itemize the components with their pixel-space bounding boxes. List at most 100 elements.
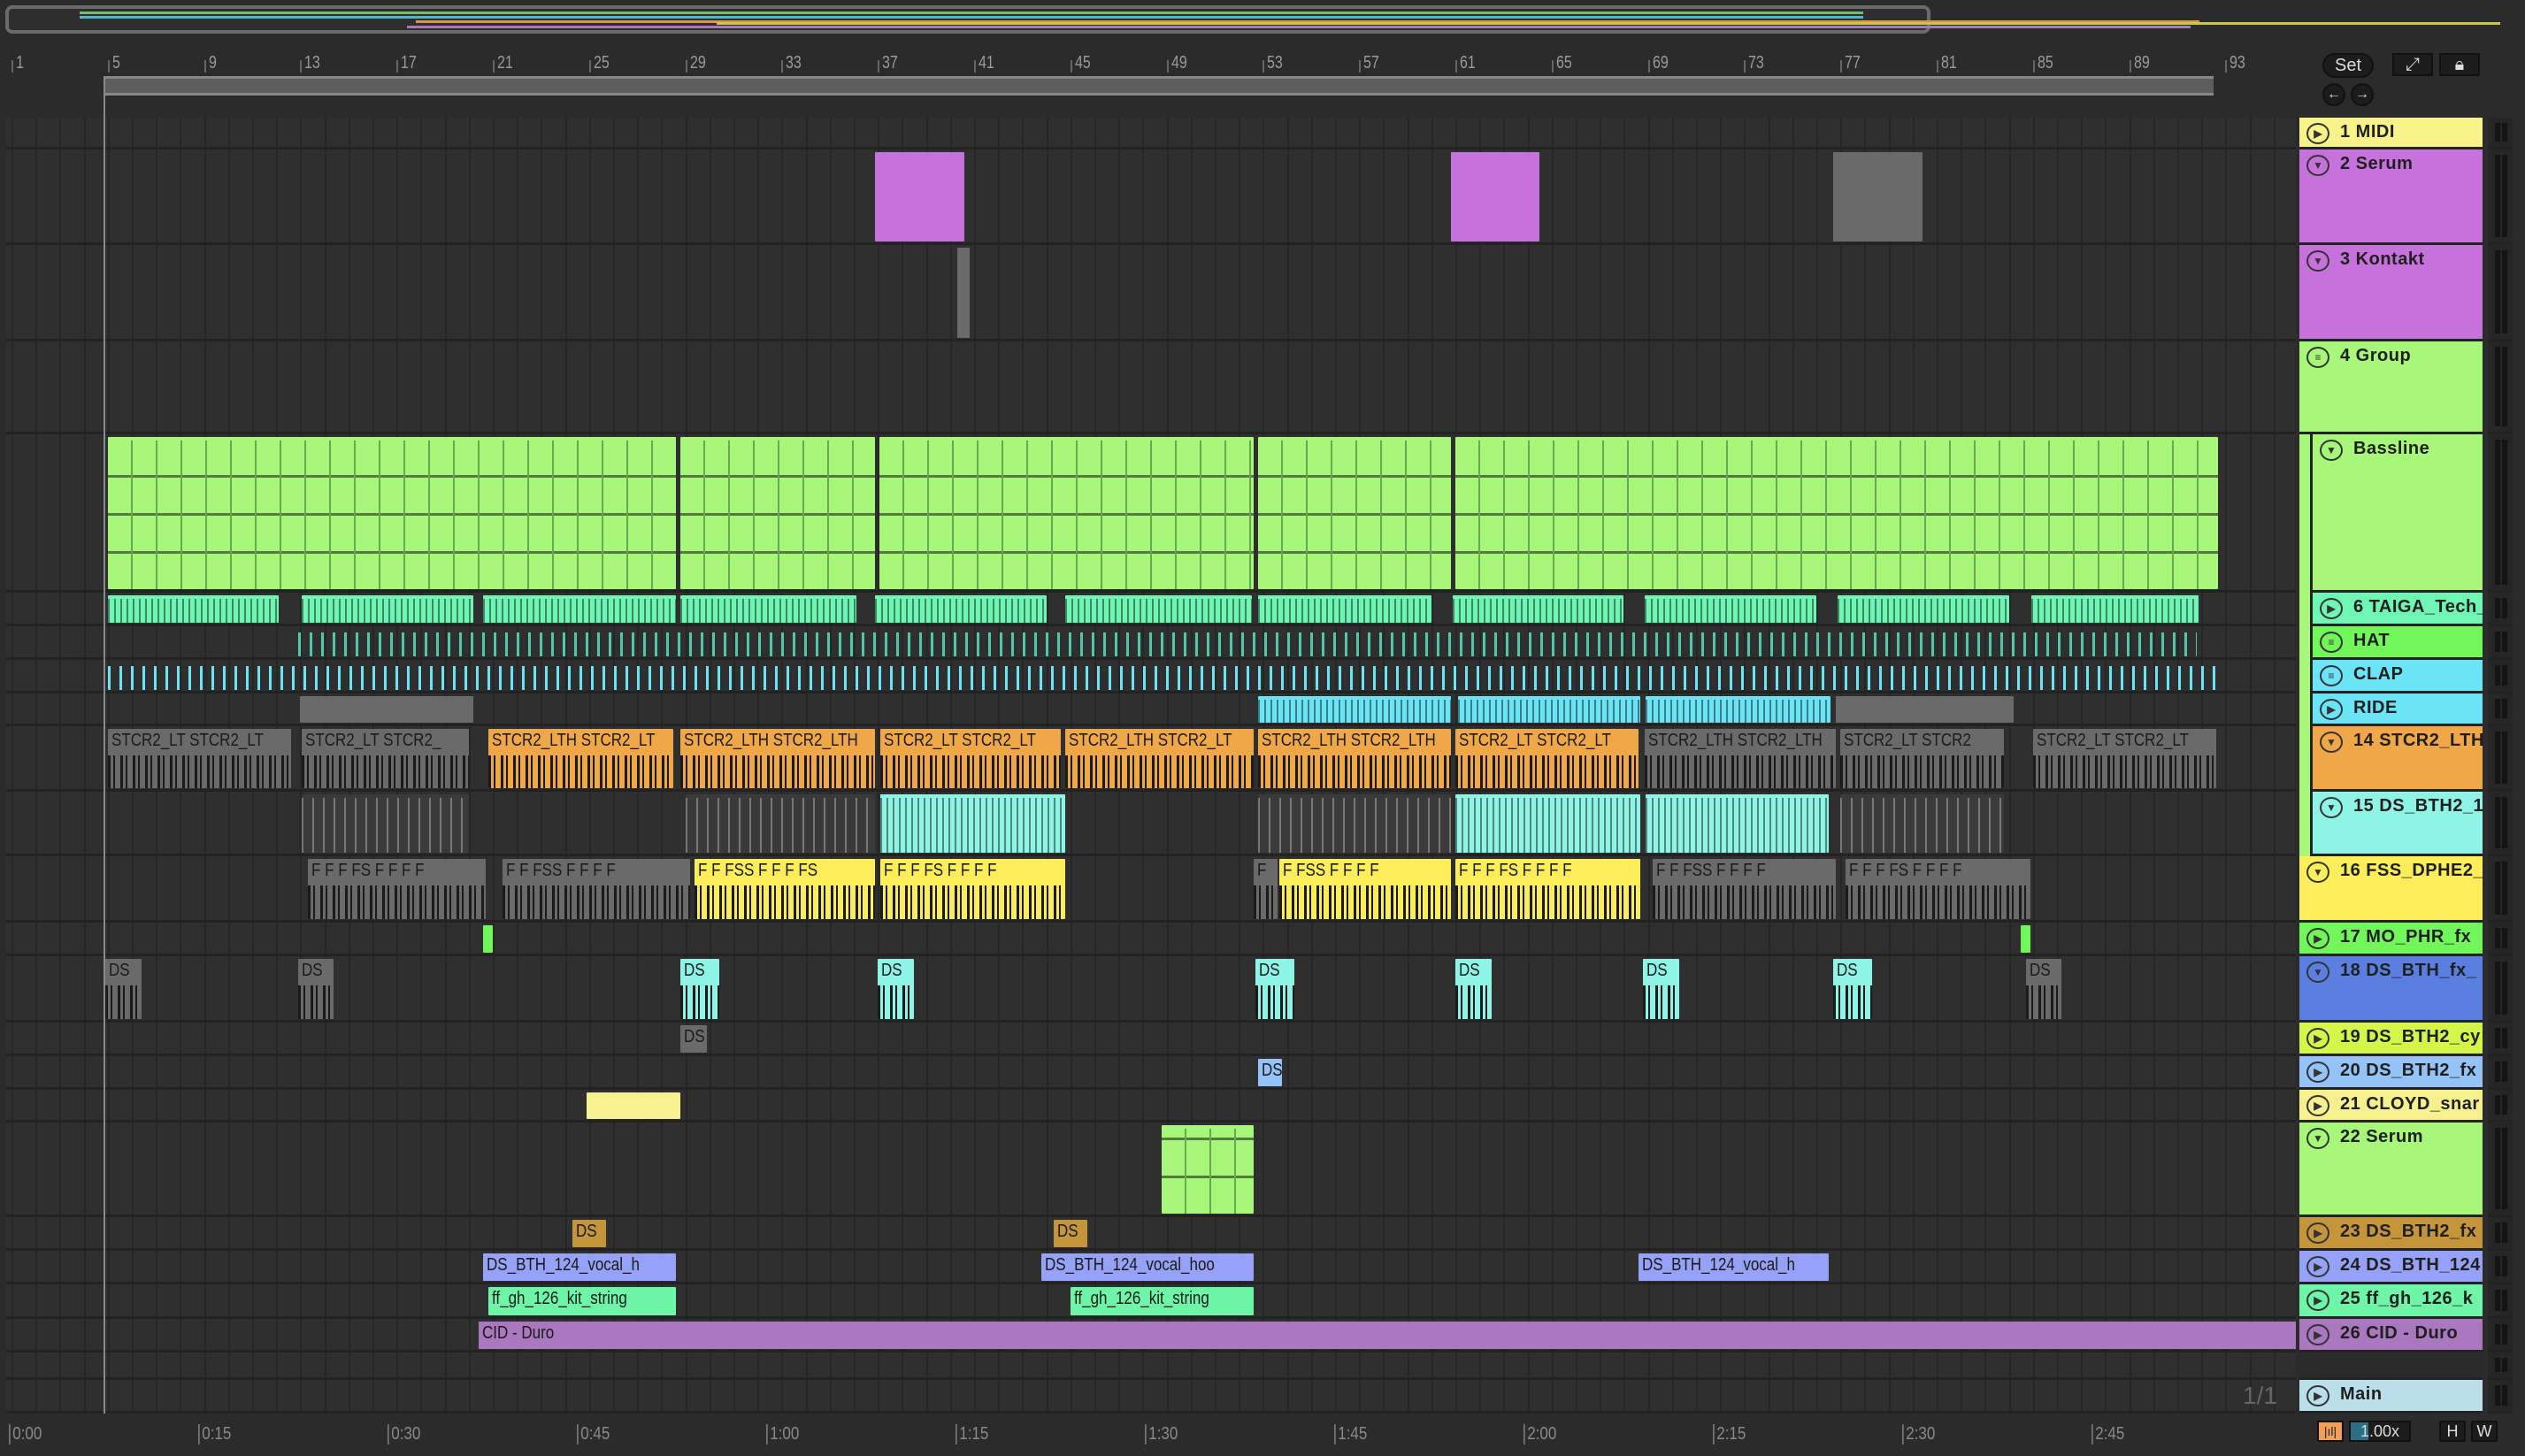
clip[interactable] xyxy=(1645,794,1829,853)
track-lane[interactable] xyxy=(6,1090,2296,1123)
track-activator-icon[interactable]: ▶ xyxy=(2306,1061,2329,1083)
track-activator-icon[interactable]: ▶ xyxy=(2306,1324,2329,1345)
track-activator-icon[interactable]: ▶ xyxy=(2306,1028,2329,1049)
track-header[interactable]: ▼ 3 Kontakt xyxy=(2299,245,2483,341)
clip[interactable]: STCR2_LT STCR2_LT xyxy=(107,729,291,788)
clip[interactable] xyxy=(107,437,676,589)
clip[interactable]: DS xyxy=(2025,959,2062,1019)
track-activator-icon[interactable]: ▶ xyxy=(2320,699,2343,720)
track-activator-icon[interactable]: ▶ xyxy=(2306,1385,2329,1406)
track-lane[interactable] xyxy=(6,149,2296,245)
clip[interactable]: STCR2_LT STCR2_LT xyxy=(1455,729,1639,788)
clip[interactable]: DS xyxy=(1833,959,1872,1019)
clip[interactable]: ff_gh_126_kit_string xyxy=(487,1287,676,1315)
clip[interactable] xyxy=(483,595,676,623)
expand-icon[interactable]: ⤢ xyxy=(2392,53,2433,76)
clip[interactable]: STCR2_LTH STCR2_LTH xyxy=(1257,729,1451,788)
track-header[interactable]: ▼ 2 Serum xyxy=(2299,149,2483,245)
track-lane[interactable]: ff_gh_126_kit_string ff_gh_126_kit_string xyxy=(6,1284,2296,1319)
clip[interactable]: F xyxy=(1253,859,1278,919)
clip[interactable] xyxy=(879,794,1066,853)
h-button[interactable]: H xyxy=(2439,1421,2466,1442)
fold-toggle-icon[interactable]: ▼ xyxy=(2320,440,2343,461)
track-header[interactable]: ▶ 1 MIDI xyxy=(2299,118,2483,149)
clip[interactable]: DS xyxy=(680,959,719,1019)
track-header[interactable]: ▶ 19 DS_BTH2_cy xyxy=(2299,1023,2483,1056)
group-icon[interactable]: ≡ xyxy=(2306,347,2329,368)
track-lane[interactable] xyxy=(6,593,2296,626)
clip[interactable] xyxy=(685,794,876,853)
zoom-value[interactable]: 1.00x xyxy=(2349,1421,2411,1442)
track-activator-icon[interactable]: ▶ xyxy=(2306,1095,2329,1116)
clip[interactable]: DS xyxy=(1643,959,1679,1019)
track-header[interactable]: ≡ CLAP xyxy=(2310,660,2483,694)
clip[interactable] xyxy=(1457,696,1641,723)
tempo-follow-icon[interactable]: |ıl| xyxy=(2317,1421,2344,1442)
clip[interactable] xyxy=(1162,1125,1254,1214)
arrangement-view[interactable]: STCR2_LT STCR2_LT STCR2_LT STCR2_ STCR2_LT… xyxy=(6,113,2296,1414)
clip[interactable]: STCR2_LTH STCR2_LTH xyxy=(1644,729,1836,788)
clip[interactable]: DS xyxy=(105,959,142,1019)
track-header[interactable]: ▶ Main xyxy=(2299,1380,2483,1414)
clip[interactable]: DS xyxy=(1257,1059,1283,1086)
clip[interactable] xyxy=(2021,925,2031,953)
clip[interactable] xyxy=(1455,437,2219,589)
track-header[interactable]: ▶ 20 DS_BTH2_fx xyxy=(2299,1056,2483,1090)
clip[interactable]: DS xyxy=(297,959,334,1019)
track-lane[interactable]: DS_BTH_124_vocal_h DS_BTH_124_vocal_hoo DS… xyxy=(6,1251,2296,1284)
track-header[interactable]: ▼ 14 STCR2_LTH xyxy=(2310,726,2483,792)
fold-toggle-icon[interactable]: ▼ xyxy=(2306,1128,2329,1149)
clip[interactable]: DS_BTH_124_vocal_h xyxy=(1638,1253,1829,1281)
track-activator-icon[interactable]: ▶ xyxy=(2306,928,2329,949)
clip[interactable] xyxy=(1833,152,1923,241)
track-header[interactable]: ▶ 6 TAIGA_Tech_ xyxy=(2310,593,2487,626)
track-header[interactable]: ▼ 18 DS_BTH_fx_ xyxy=(2299,956,2483,1023)
track-activator-icon[interactable]: ▶ xyxy=(2306,123,2329,144)
clip[interactable] xyxy=(107,595,279,623)
clip[interactable] xyxy=(1838,595,2009,623)
clip[interactable] xyxy=(300,696,474,723)
clip[interactable] xyxy=(1840,794,2005,853)
clip[interactable]: F F F FS F F F F xyxy=(1845,859,2031,919)
track-header[interactable]: ≡ HAT xyxy=(2310,626,2483,660)
track-header[interactable]: ▶ 25 ff_gh_126_k xyxy=(2299,1284,2483,1319)
track-header[interactable]: ▼ Bassline xyxy=(2310,434,2483,593)
clip[interactable] xyxy=(1835,696,2015,723)
time-ruler[interactable]: 0:00 0:15 0:30 0:45 1:00 1:15 1:30 1:45 2:00 2:15… xyxy=(0,1414,2296,1456)
clip[interactable]: F FSS F F F F xyxy=(1279,859,1451,919)
track-lane[interactable] xyxy=(6,792,2296,856)
clip[interactable] xyxy=(1455,794,1641,853)
clip[interactable] xyxy=(107,663,2219,690)
clip[interactable]: CID - Duro xyxy=(478,1322,2296,1349)
clip[interactable] xyxy=(587,1092,681,1119)
clip[interactable] xyxy=(1450,152,1540,241)
clip[interactable]: F F FSS F F F F xyxy=(1653,859,1836,919)
track-header[interactable]: ≡ 4 Group xyxy=(2299,341,2483,434)
fold-toggle-icon[interactable]: ▼ xyxy=(2320,797,2343,818)
track-header[interactable]: ▶ 23 DS_BTH2_fx xyxy=(2299,1217,2483,1251)
clip[interactable] xyxy=(875,595,1047,623)
track-activator-icon[interactable]: ▶ xyxy=(2306,1290,2329,1311)
clip[interactable]: DS xyxy=(878,959,914,1019)
clip[interactable]: F F F FS F F F F xyxy=(879,859,1066,919)
clip[interactable]: DS_BTH_124_vocal_h xyxy=(483,1253,676,1281)
clip[interactable]: STCR2_LTH STCR2_LTH xyxy=(680,729,876,788)
clip[interactable]: STCR2_LTH STCR2_LT xyxy=(1065,729,1254,788)
clip[interactable] xyxy=(680,437,876,589)
track-lane[interactable]: DS DS DS DS DS DS DS DS DS xyxy=(6,956,2296,1023)
fold-toggle-icon[interactable]: ▼ xyxy=(2306,250,2329,272)
beat-time-ruler[interactable]: 1 5 9 13 17 21 25 29 33 37 41 45 49 53 57 61 65 69 73 77 81 8… xyxy=(0,50,2296,76)
clip[interactable] xyxy=(1257,595,1431,623)
track-header[interactable]: ▶ 26 CID - Duro xyxy=(2299,1319,2483,1353)
clip[interactable]: F F F FS F F F F xyxy=(1455,859,1641,919)
clip[interactable] xyxy=(875,152,965,241)
clip[interactable]: DS xyxy=(572,1220,606,1247)
arrow-right-icon[interactable]: → xyxy=(2351,83,2374,106)
clip[interactable]: F F FSS F F F F xyxy=(502,859,691,919)
track-lane[interactable]: DS xyxy=(6,1056,2296,1090)
track-lane[interactable] xyxy=(6,626,2296,660)
arrow-left-icon[interactable]: ← xyxy=(2322,83,2345,106)
track-lane[interactable] xyxy=(6,245,2296,341)
clip[interactable]: STCR2_LTH STCR2_LT xyxy=(487,729,673,788)
track-lane[interactable] xyxy=(6,923,2296,956)
